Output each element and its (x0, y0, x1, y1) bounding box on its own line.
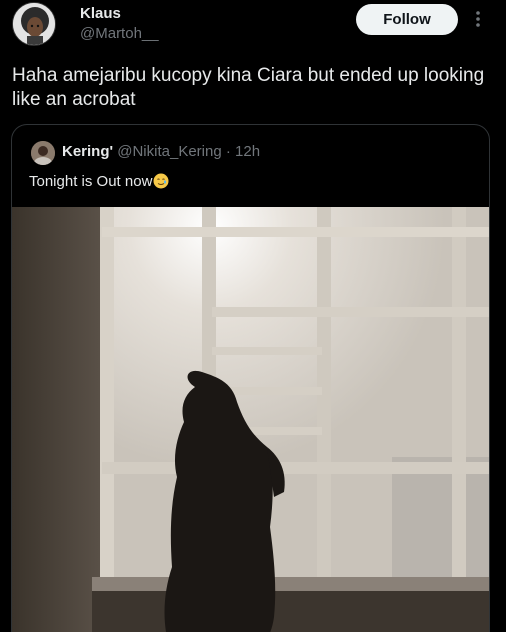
author-name[interactable]: Klaus (80, 5, 121, 22)
quoted-tweet-card[interactable]: Kering' @Nikita_Kering · 12h Tonight is … (11, 124, 490, 632)
post-page: Klaus @Martoh__ Follow Haha amejaribu ku… (0, 0, 506, 632)
author-avatar[interactable] (12, 2, 56, 46)
quote-time[interactable]: 12h (235, 143, 260, 160)
quote-header: Kering' @Nikita_Kering · 12h (62, 143, 260, 160)
smiling-face-with-tear-icon (153, 173, 169, 189)
profile-photo-icon (31, 141, 55, 165)
follow-button[interactable]: Follow (356, 4, 458, 35)
window-silhouette-image (12, 207, 489, 632)
video-thumbnail[interactable] (12, 207, 489, 632)
cartoon-avatar-icon (13, 3, 55, 45)
more-vertical-icon[interactable] (472, 8, 484, 30)
quote-author-name[interactable]: Kering' (62, 143, 113, 160)
tweet-text: Haha amejaribu kucopy kina Ciara but end… (12, 65, 485, 110)
quote-avatar[interactable] (31, 141, 55, 165)
quote-text: Tonight is Out now (29, 173, 153, 190)
quote-author-handle[interactable]: @Nikita_Kering (117, 143, 221, 160)
quote-separator: · (221, 143, 236, 160)
quote-text-row: Tonight is Out now (29, 173, 169, 190)
author-handle[interactable]: @Martoh__ (80, 25, 159, 42)
